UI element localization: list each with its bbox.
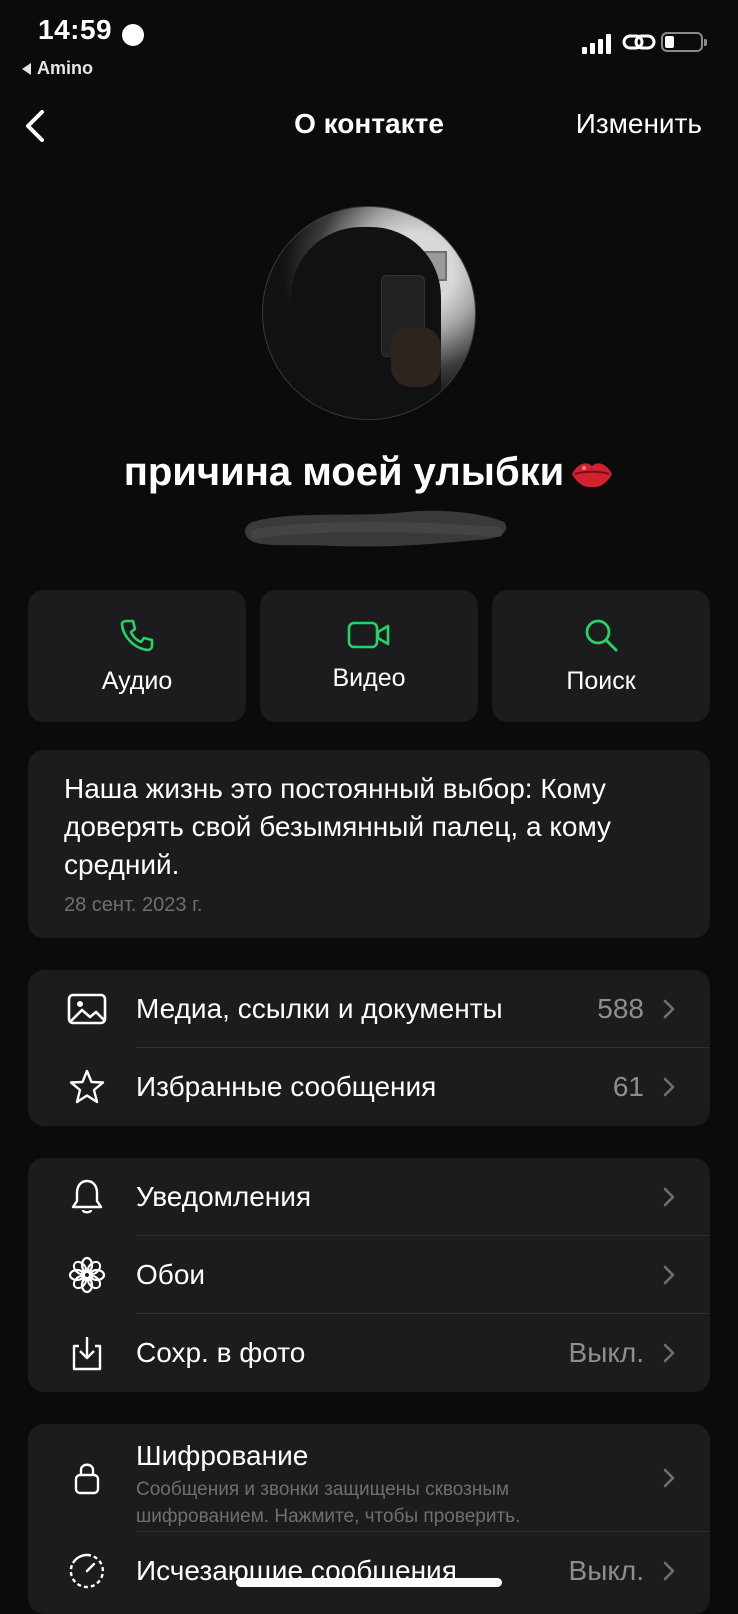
media-count: 588 <box>597 993 644 1024</box>
image-icon <box>66 988 108 1030</box>
status-time: 14:59 <box>38 14 113 45</box>
chevron-right-icon <box>663 1561 675 1581</box>
wallpaper-label: Обои <box>136 1259 206 1290</box>
media-group: Медиа, ссылки и документы 588 Избранные … <box>28 970 710 1126</box>
star-icon <box>66 1066 108 1108</box>
back-triangle-icon <box>22 62 31 75</box>
contact-name: причина моей улыбки <box>0 450 738 495</box>
save-to-photos-row[interactable]: Сохр. в фото Выкл. <box>28 1314 710 1392</box>
signal-icon <box>582 34 611 54</box>
search-label: Поиск <box>566 666 636 695</box>
starred-label: Избранные сообщения <box>136 1071 437 1102</box>
disappearing-messages-row[interactable]: Исчезающие сообщения Выкл. <box>28 1532 710 1610</box>
chevron-right-icon <box>663 999 675 1019</box>
settings-group: Уведомления Обои Сохр. в фото Выкл. <box>28 1158 710 1392</box>
about-date: 28 сент. 2023 г. <box>64 894 203 916</box>
search-button[interactable]: Поиск <box>492 590 710 722</box>
encryption-row[interactable]: Шифрование Сообщения и звонки защищены с… <box>28 1424 710 1532</box>
phone-icon <box>120 619 154 651</box>
edit-button[interactable]: Изменить <box>576 108 702 140</box>
flower-icon <box>66 1254 108 1296</box>
about-text: Наша жизнь это постоянный выбор: Кому до… <box>64 773 612 880</box>
home-indicator[interactable] <box>236 1578 502 1587</box>
timer-icon <box>66 1550 108 1592</box>
chevron-right-icon <box>663 1187 675 1207</box>
status-back-app-label: Amino <box>37 58 93 78</box>
lock-icon <box>66 1457 108 1499</box>
kiss-lips-emoji-icon <box>572 463 613 488</box>
chevron-right-icon <box>663 1265 675 1285</box>
save-download-icon <box>66 1332 108 1374</box>
about-card[interactable]: Наша жизнь это постоянный выбор: Кому до… <box>28 750 710 938</box>
video-label: Видео <box>332 663 406 692</box>
chevron-right-icon <box>663 1468 675 1488</box>
redacted-scribble <box>244 510 507 547</box>
audio-label: Аудио <box>101 666 173 695</box>
media-label: Медиа, ссылки и документы <box>136 993 503 1024</box>
status-back-to-app[interactable]: Amino <box>22 58 93 79</box>
chevron-right-icon <box>663 1077 675 1097</box>
contact-name-text: причина моей улыбки <box>123 450 565 494</box>
bell-icon <box>66 1176 108 1218</box>
starred-messages-row[interactable]: Избранные сообщения 61 <box>28 1048 710 1126</box>
save-to-photos-value: Выкл. <box>568 1337 644 1368</box>
chevron-right-icon <box>663 1343 675 1363</box>
notifications-label: Уведомления <box>136 1181 312 1212</box>
search-icon <box>585 619 618 651</box>
status-record-dot <box>122 24 144 46</box>
contact-avatar[interactable] <box>262 206 476 420</box>
link-icon <box>622 34 656 50</box>
video-icon <box>347 621 390 648</box>
starred-count: 61 <box>612 1071 644 1102</box>
notifications-row[interactable]: Уведомления <box>28 1158 710 1236</box>
encryption-subtitle: Сообщения и звонки защищены сквозным шиф… <box>136 1479 521 1527</box>
encryption-label: Шифрование <box>136 1440 309 1471</box>
disappearing-value: Выкл. <box>568 1555 644 1586</box>
battery-icon <box>661 32 707 52</box>
media-links-docs-row[interactable]: Медиа, ссылки и документы 588 <box>28 970 710 1048</box>
audio-call-button[interactable]: Аудио <box>28 590 246 722</box>
save-to-photos-label: Сохр. в фото <box>136 1337 306 1368</box>
video-call-button[interactable]: Видео <box>260 590 478 722</box>
wallpaper-row[interactable]: Обои <box>28 1236 710 1314</box>
